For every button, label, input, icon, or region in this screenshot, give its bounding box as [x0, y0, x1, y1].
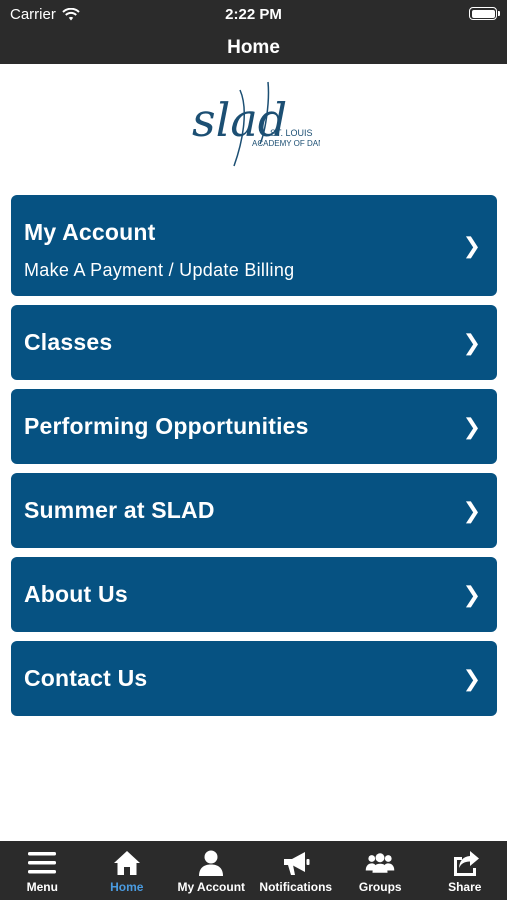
logo-line2: ACADEMY OF DANCE — [252, 139, 320, 148]
groups-icon — [366, 853, 395, 873]
page-title: Home — [227, 37, 280, 58]
tab-share[interactable]: Share — [423, 841, 507, 900]
menu-item-my-account[interactable]: My Account Make A Payment / Update Billi… — [11, 195, 497, 296]
tab-groups[interactable]: Groups — [338, 841, 423, 900]
slad-logo: slad ST. LOUIS ACADEMY OF DANCE — [192, 81, 320, 167]
chevron-right-icon: ❯ — [462, 232, 481, 258]
tab-notifications[interactable]: Notifications — [254, 841, 339, 900]
menu-item-summer-at-slad[interactable]: Summer at SLAD ❯ — [11, 473, 497, 548]
menu-item-title: About Us — [24, 581, 128, 607]
menu-item-title: Classes — [24, 329, 113, 355]
tab-home[interactable]: Home — [85, 841, 170, 900]
menu-item-subtitle: Make A Payment / Update Billing — [24, 260, 295, 280]
menu-icon — [28, 852, 57, 874]
tab-label: Home — [110, 880, 144, 894]
menu-item-title: Contact Us — [24, 665, 148, 691]
menu-item-title: My Account — [24, 219, 156, 245]
tab-label: Groups — [358, 880, 402, 894]
logo-line1: ST. LOUIS — [270, 128, 313, 138]
home-icon — [113, 851, 140, 875]
battery-icon — [469, 7, 500, 20]
user-icon — [199, 850, 224, 876]
menu-item-title: Performing Opportunities — [24, 413, 309, 439]
share-icon — [453, 851, 479, 876]
tab-label: Menu — [26, 880, 58, 894]
status-bar: Carrier 2:22 PM — [0, 0, 507, 28]
navigation-bar: Home — [0, 28, 507, 64]
menu-item-title: Summer at SLAD — [24, 497, 215, 523]
chevron-right-icon: ❯ — [462, 665, 481, 691]
tab-my-account[interactable]: My Account — [169, 841, 254, 900]
tab-label: My Account — [177, 880, 246, 894]
megaphone-icon — [283, 852, 310, 875]
tab-label: Share — [448, 880, 482, 894]
chevron-right-icon: ❯ — [462, 329, 481, 355]
menu-item-contact-us[interactable]: Contact Us ❯ — [11, 641, 497, 716]
tab-label: Notifications — [259, 880, 333, 894]
home-menu-list: My Account Make A Payment / Update Billi… — [11, 195, 497, 725]
tab-bar: Menu Home My Account Notifications Group… — [0, 841, 507, 900]
chevron-right-icon: ❯ — [462, 413, 481, 439]
chevron-right-icon: ❯ — [462, 497, 481, 523]
chevron-right-icon: ❯ — [462, 581, 481, 607]
menu-item-classes[interactable]: Classes ❯ — [11, 305, 497, 380]
status-time: 2:22 PM — [225, 6, 282, 23]
menu-item-performing-opportunities[interactable]: Performing Opportunities ❯ — [11, 389, 497, 464]
tab-menu[interactable]: Menu — [0, 841, 85, 900]
menu-item-about-us[interactable]: About Us ❯ — [11, 557, 497, 632]
